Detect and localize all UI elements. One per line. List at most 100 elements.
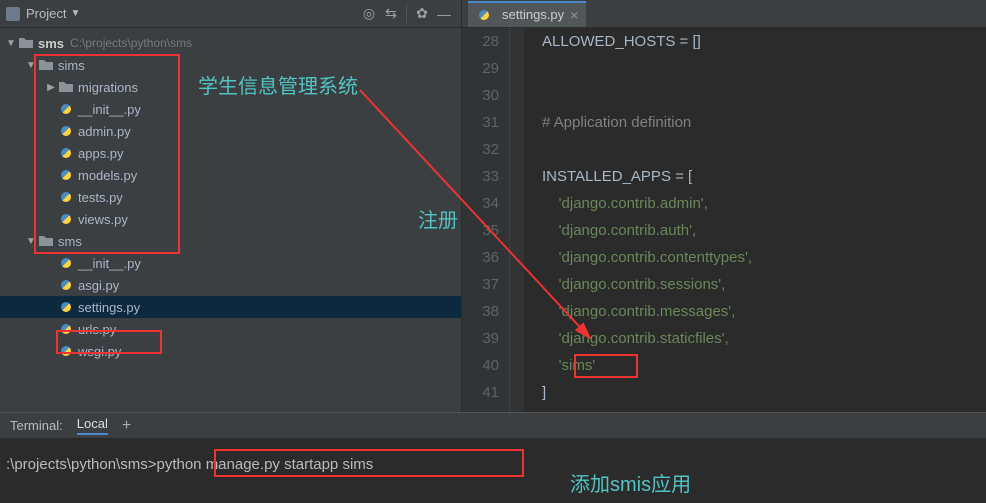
tree-folder-sms[interactable]: ▼ sms [0, 230, 461, 252]
tree-label: wsgi.py [78, 344, 121, 359]
terminal-header: Terminal: Local + [0, 413, 986, 439]
python-icon [58, 322, 74, 336]
editor-tab[interactable]: settings.py × [468, 1, 586, 27]
terminal-command: python manage.py startapp sims [156, 456, 373, 473]
project-sidebar: Project ▼ ◎ ⇆ ✿ — ▼ sms C:\projects\pyth… [0, 0, 462, 412]
line-number: 41 [462, 379, 499, 406]
tree-label: urls.py [78, 322, 116, 337]
tree-label: settings.py [78, 300, 140, 315]
editor-pane: settings.py × 28 29 30 31 32 33 34 35 36… [462, 0, 986, 412]
tree-file[interactable]: models.py [0, 164, 461, 186]
code-line: 'sims' [542, 352, 986, 379]
line-number: 37 [462, 271, 499, 298]
python-icon [58, 190, 74, 204]
tree-label: views.py [78, 212, 128, 227]
terminal-panel: Terminal: Local + :\projects\python\sms>… [0, 412, 986, 503]
python-icon [58, 278, 74, 292]
tree-file[interactable]: urls.py [0, 318, 461, 340]
tab-label: settings.py [502, 7, 564, 22]
tree-file[interactable]: tests.py [0, 186, 461, 208]
line-number: 28 [462, 28, 499, 55]
python-icon [58, 256, 74, 270]
python-icon [58, 344, 74, 358]
tree-label: asgi.py [78, 278, 119, 293]
python-icon [58, 124, 74, 138]
tree-file[interactable]: apps.py [0, 142, 461, 164]
tree-label: sms [58, 234, 82, 249]
code-line [542, 82, 986, 109]
python-icon [58, 146, 74, 160]
tree-label: __init__.py [78, 256, 141, 271]
chevron-right-icon[interactable]: ▶ [44, 82, 58, 93]
gutter: 28 29 30 31 32 33 34 35 36 37 38 39 40 4… [462, 28, 510, 412]
folder-icon [38, 58, 54, 72]
tree-file[interactable]: admin.py [0, 120, 461, 142]
expand-icon[interactable]: ⇆ [380, 3, 402, 25]
plus-icon[interactable]: + [122, 417, 131, 435]
code-line: 'django.contrib.messages', [542, 298, 986, 325]
tree-root[interactable]: ▼ sms C:\projects\python\sms [0, 32, 461, 54]
code-line [542, 136, 986, 163]
python-icon [58, 212, 74, 226]
tree-label: sms [38, 36, 64, 51]
chevron-down-icon[interactable]: ▼ [24, 60, 38, 71]
python-icon [58, 168, 74, 182]
tree-label: __init__.py [78, 102, 141, 117]
line-number: 34 [462, 190, 499, 217]
tree-label: admin.py [78, 124, 131, 139]
line-number: 31 [462, 109, 499, 136]
tree-folder-sims[interactable]: ▼ sims [0, 54, 461, 76]
line-number: 39 [462, 325, 499, 352]
tree-file[interactable]: asgi.py [0, 274, 461, 296]
project-icon [6, 7, 20, 21]
terminal-tab[interactable]: Local [77, 416, 108, 435]
line-number: 38 [462, 298, 499, 325]
line-number: 32 [462, 136, 499, 163]
code-line: ] [542, 379, 986, 406]
chevron-down-icon[interactable]: ▼ [24, 236, 38, 247]
gear-icon[interactable]: ✿ [411, 3, 433, 25]
folder-icon [18, 36, 34, 50]
line-number: 40 [462, 352, 499, 379]
tree-file-selected[interactable]: settings.py [0, 296, 461, 318]
target-icon[interactable]: ◎ [358, 3, 380, 25]
python-icon [58, 102, 74, 116]
editor-tabbar: settings.py × [462, 0, 986, 28]
code-line [542, 55, 986, 82]
tree-file[interactable]: views.py [0, 208, 461, 230]
close-icon[interactable]: × [570, 7, 578, 23]
project-tree: ▼ sms C:\projects\python\sms ▼ sims ▶ mi… [0, 28, 461, 412]
python-icon [58, 300, 74, 314]
tree-file[interactable]: __init__.py [0, 98, 461, 120]
code-line: ALLOWED_HOSTS = [] [542, 28, 986, 55]
code-line: 'django.contrib.admin', [542, 190, 986, 217]
terminal-prompt: :\projects\python\sms> [6, 456, 156, 473]
tree-folder-migrations[interactable]: ▶ migrations [0, 76, 461, 98]
chevron-down-icon[interactable]: ▼ [4, 38, 18, 49]
line-number: 35 [462, 217, 499, 244]
tree-file[interactable]: __init__.py [0, 252, 461, 274]
terminal-title: Terminal: [10, 418, 63, 433]
code-line: 'django.contrib.staticfiles', [542, 325, 986, 352]
code-line: 'django.contrib.contenttypes', [542, 244, 986, 271]
tree-label: tests.py [78, 190, 123, 205]
chevron-down-icon[interactable]: ▼ [70, 8, 80, 19]
python-icon [476, 8, 492, 22]
tree-file[interactable]: wsgi.py [0, 340, 461, 362]
terminal-body[interactable]: :\projects\python\sms>python manage.py s… [0, 439, 986, 489]
tree-label: sims [58, 58, 85, 73]
folder-icon [58, 80, 74, 94]
code-body[interactable]: ALLOWED_HOSTS = [] # Application definit… [524, 28, 986, 412]
tree-path: C:\projects\python\sms [70, 36, 192, 50]
line-number: 33 [462, 163, 499, 190]
separator [406, 5, 407, 23]
code-line: # Application definition [542, 109, 986, 136]
tree-label: models.py [78, 168, 137, 183]
collapse-icon[interactable]: — [433, 3, 455, 25]
project-title[interactable]: Project [26, 6, 66, 21]
code-line: INSTALLED_APPS = [ [542, 163, 986, 190]
folder-icon [38, 234, 54, 248]
code-area[interactable]: 28 29 30 31 32 33 34 35 36 37 38 39 40 4… [462, 28, 986, 412]
fold-gutter [510, 28, 524, 412]
tree-label: migrations [78, 80, 138, 95]
